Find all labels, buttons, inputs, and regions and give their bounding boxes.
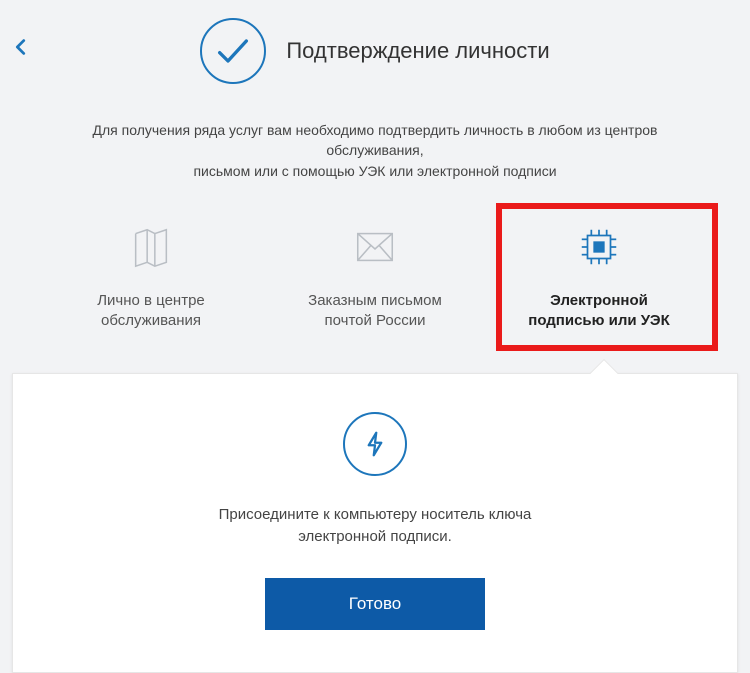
chip-icon — [507, 219, 691, 275]
envelope-icon — [283, 219, 467, 275]
description-text: Для получения ряда услуг вам необходимо … — [55, 120, 695, 181]
option-label: Электронной подписью или УЭК — [507, 291, 691, 332]
option-by-mail[interactable]: Заказным письмом почтой России — [275, 209, 475, 346]
option-label: Лично в центре обслуживания — [59, 291, 243, 332]
map-icon — [59, 219, 243, 275]
lightning-icon — [343, 412, 407, 476]
page-header: Подтверждение личности — [0, 0, 750, 84]
checkmark-icon — [200, 18, 266, 84]
option-in-person[interactable]: Лично в центре обслуживания — [51, 209, 251, 346]
description-line: письмом или с помощью УЭК или электронно… — [193, 163, 556, 179]
panel-instruction: Присоедините к компьютеру носитель ключа… — [33, 504, 717, 548]
ready-button[interactable]: Готово — [265, 578, 485, 630]
option-esignature[interactable]: Электронной подписью или УЭК — [499, 209, 699, 346]
option-label: Заказным письмом почтой России — [283, 291, 467, 332]
back-button[interactable] — [10, 36, 32, 58]
verification-options: Лично в центре обслуживания Заказным пис… — [0, 209, 750, 346]
description-line: Для получения ряда услуг вам необходимо … — [93, 122, 658, 158]
esignature-panel: Присоедините к компьютеру носитель ключа… — [12, 373, 738, 673]
page-title: Подтверждение личности — [286, 38, 549, 64]
